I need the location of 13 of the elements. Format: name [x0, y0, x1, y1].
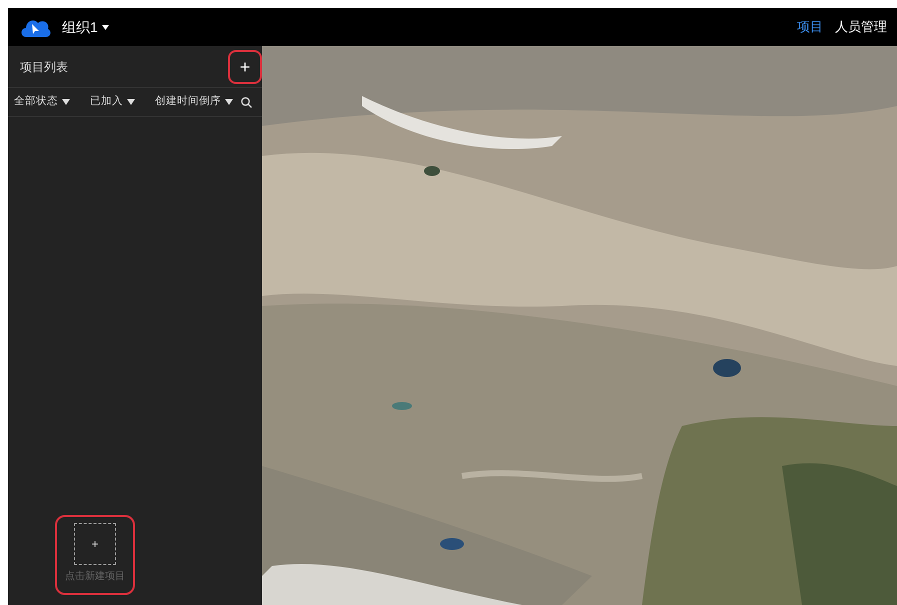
- filter-dropdown[interactable]: 全部状态: [14, 94, 70, 110]
- caret-icon: [102, 24, 109, 30]
- organization-dropdown[interactable]: 组织1: [62, 16, 109, 38]
- panel-title: 项目列表: [20, 58, 68, 76]
- caret-icon: [225, 99, 233, 105]
- filter-dropdown[interactable]: 创建时间倒序: [155, 94, 233, 110]
- search-icon[interactable]: [241, 96, 252, 108]
- caret-icon: [127, 99, 135, 105]
- new-project-button[interactable]: + 点击新建项目: [55, 515, 135, 595]
- filter-dropdown[interactable]: 已加入: [90, 94, 135, 110]
- caret-icon: [62, 99, 70, 105]
- nav-tab[interactable]: 人员管理: [829, 17, 893, 37]
- nav-tab[interactable]: 项目: [791, 17, 829, 37]
